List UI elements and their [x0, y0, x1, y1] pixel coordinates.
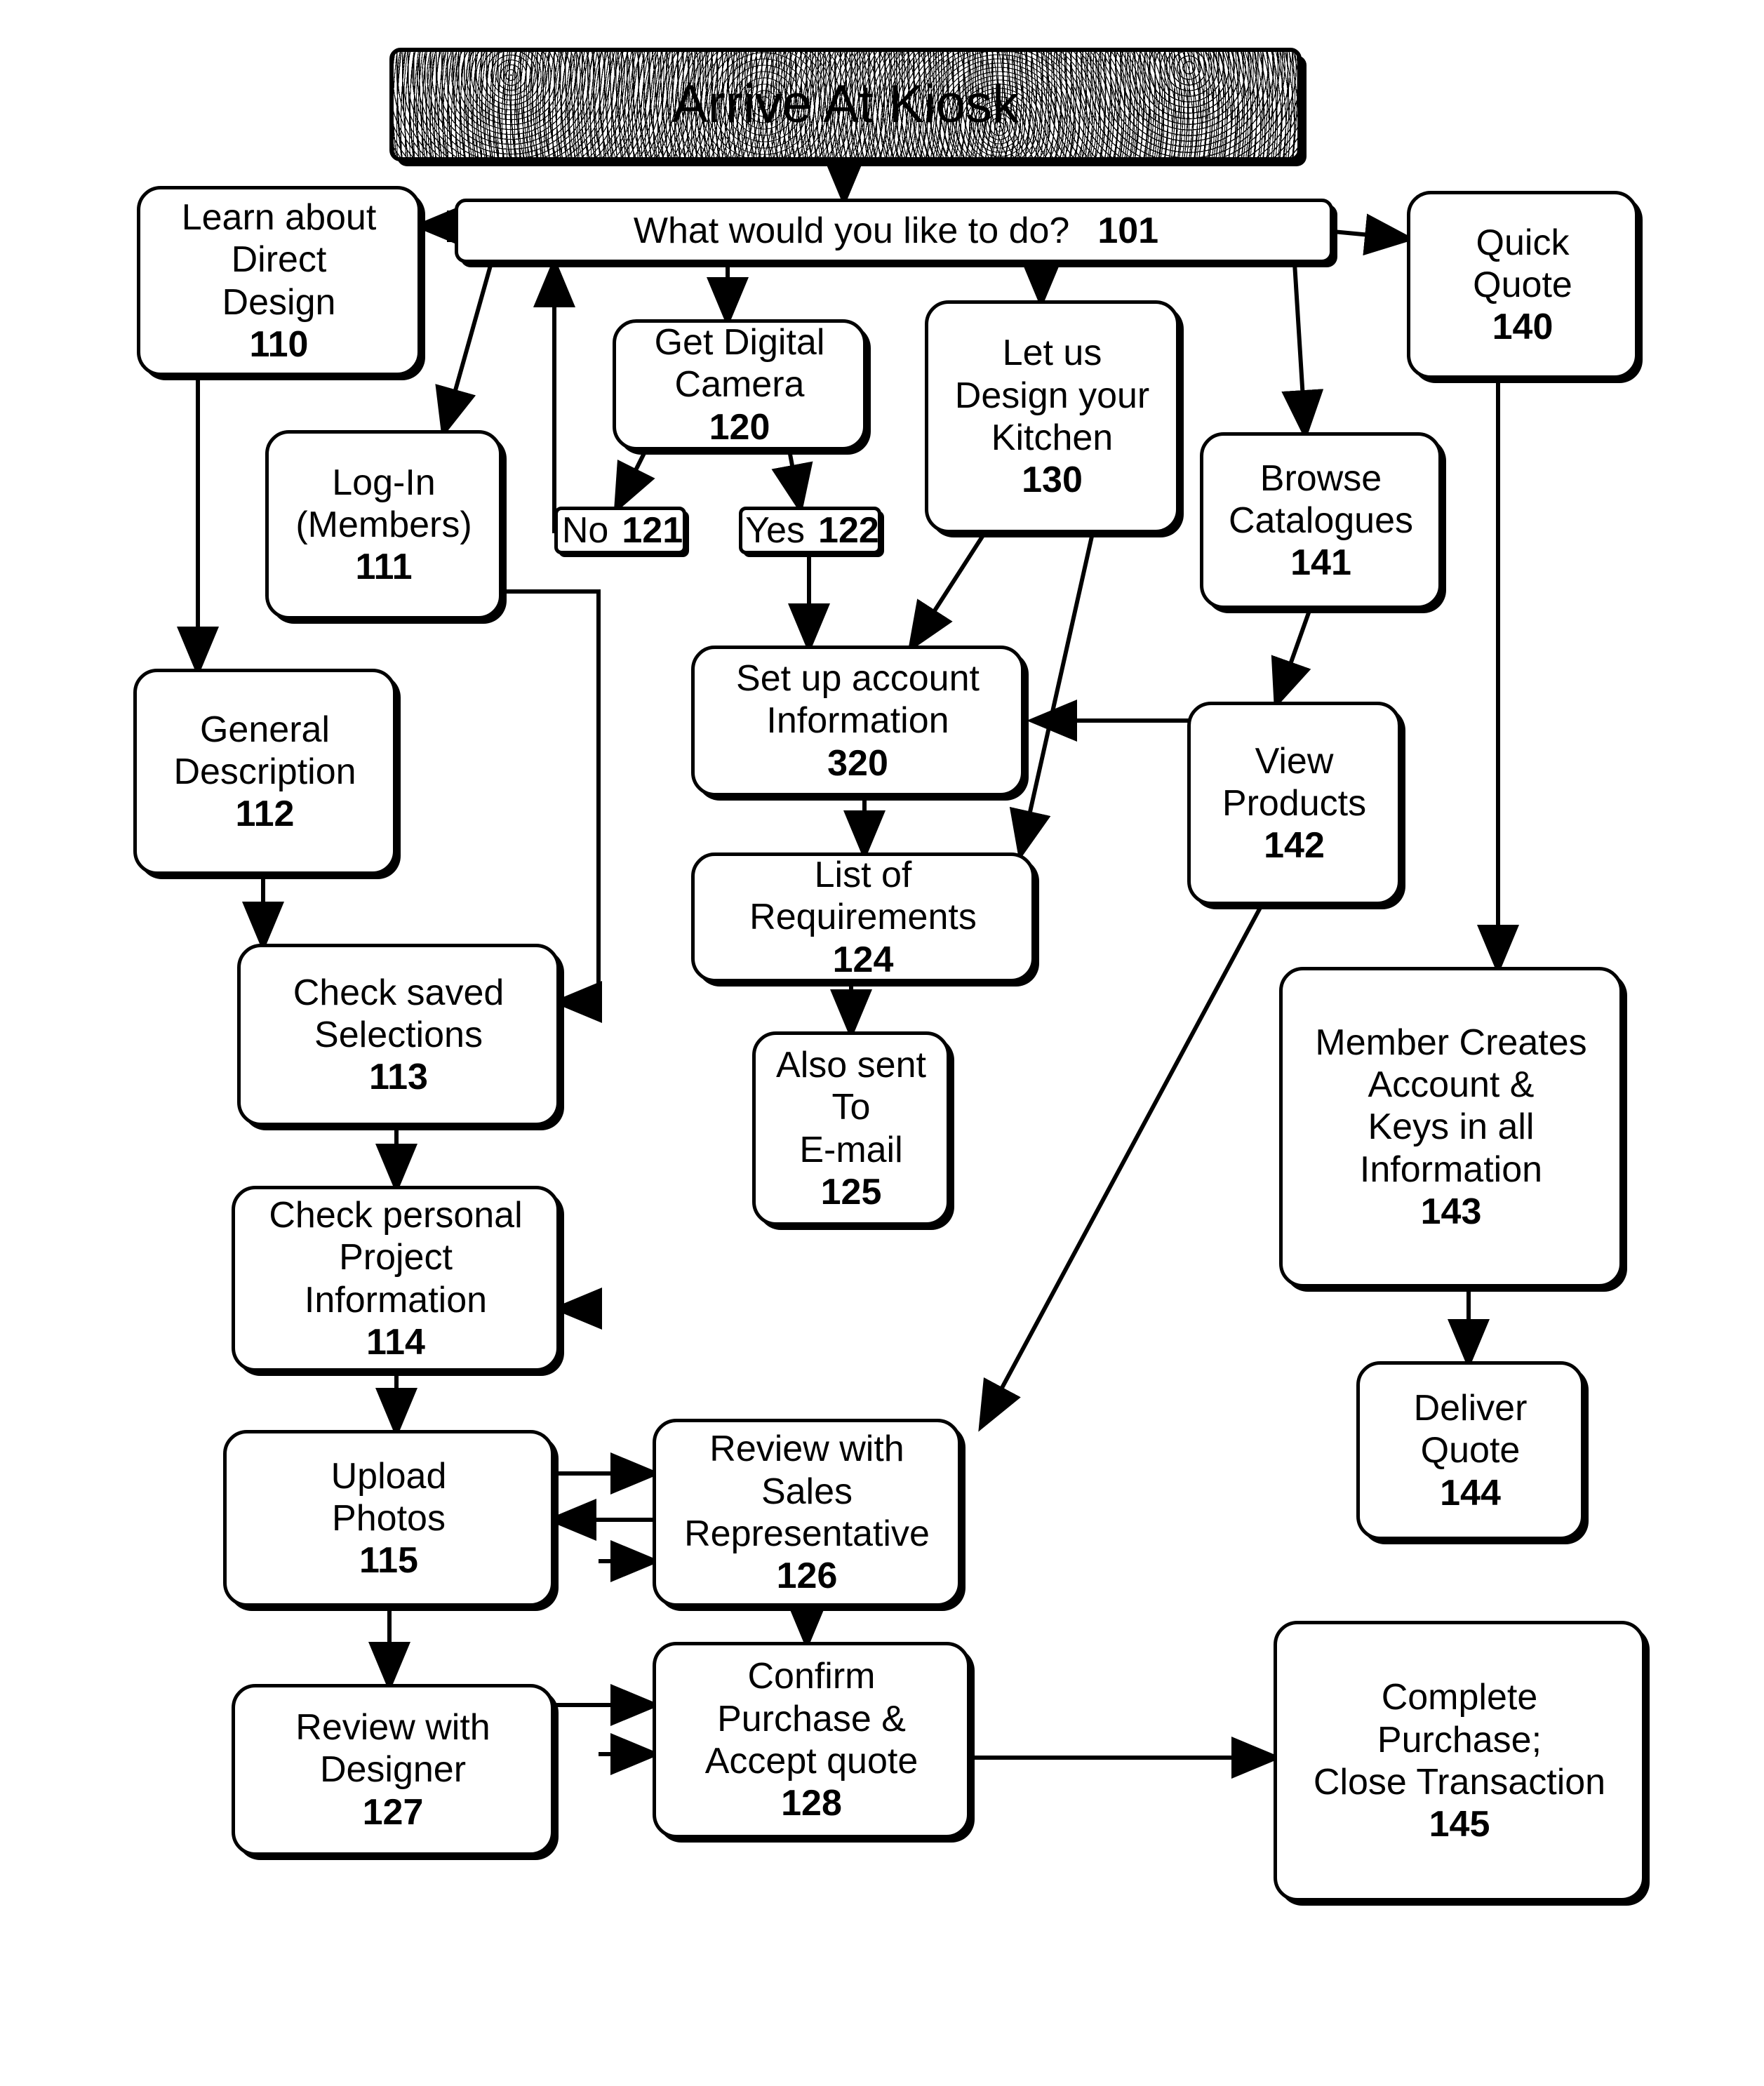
node-ref: 126 — [776, 1556, 838, 1597]
node-get-digital-camera[interactable]: Get Digital Camera 120 — [613, 319, 867, 450]
node-ref: 121 — [622, 509, 683, 551]
node-review-with-designer[interactable]: Review with Designer 127 — [232, 1684, 554, 1856]
node-label: Let us Design your Kitchen — [954, 333, 1150, 458]
node-review-with-sales-representative[interactable]: Review with Sales Representative 126 — [653, 1419, 961, 1607]
node-ref: 101 — [1097, 210, 1159, 251]
node-yes-122[interactable]: Yes 122 — [739, 507, 881, 554]
node-ref: 140 — [1492, 307, 1553, 348]
node-label: View Products — [1222, 740, 1367, 824]
node-ref: 110 — [249, 323, 309, 365]
node-ref: 127 — [362, 1791, 424, 1833]
node-label: What would you like to do? — [633, 210, 1070, 251]
node-log-in-members[interactable]: Log-In (Members) 111 — [265, 430, 502, 620]
node-quick-quote[interactable]: Quick Quote 140 — [1407, 191, 1638, 379]
node-label: Learn about Direct Design — [181, 196, 377, 323]
node-view-products[interactable]: View Products 142 — [1187, 702, 1401, 905]
node-label: Yes — [745, 509, 806, 551]
node-deliver-quote[interactable]: Deliver Quote 144 — [1356, 1361, 1584, 1540]
node-check-saved-selections[interactable]: Check saved Selections 113 — [237, 944, 560, 1126]
node-ref: 120 — [709, 406, 770, 448]
node-ref: 125 — [820, 1171, 882, 1212]
node-list-of-requirements[interactable]: List of Requirements 124 — [691, 853, 1035, 982]
node-label: Browse Catalogues — [1228, 457, 1414, 541]
node-label: Upload Photos — [330, 1455, 447, 1539]
node-label: No — [561, 509, 609, 551]
node-learn-about-direct-design[interactable]: Learn about Direct Design 110 — [137, 186, 421, 376]
node-ref: 112 — [235, 794, 295, 835]
node-general-description[interactable]: General Description 112 — [133, 669, 396, 875]
node-let-us-design-your-kitchen[interactable]: Let us Design your Kitchen 130 — [925, 300, 1180, 533]
node-ref: 111 — [355, 547, 413, 588]
node-check-personal-project-information[interactable]: Check personal Project Information 114 — [232, 1186, 560, 1372]
node-label: Complete Purchase; Close Transaction — [1313, 1677, 1606, 1803]
node-no-121[interactable]: No 121 — [554, 507, 686, 554]
node-label: Set up account Information — [736, 658, 980, 742]
node-what-would-you-like-to-do[interactable]: What would you like to do? 101 — [455, 199, 1333, 263]
node-label: Check saved Selections — [293, 972, 505, 1055]
node-label: General Description — [173, 709, 356, 792]
node-label: Quick Quote — [1473, 222, 1572, 305]
node-label: Member Creates Account & Keys in all Inf… — [1315, 1022, 1587, 1190]
node-ref: 141 — [1290, 542, 1351, 584]
node-also-sent-to-email[interactable]: Also sent To E-mail 125 — [752, 1031, 950, 1226]
flowchart-canvas: Arrive At Kiosk What would you like to d… — [0, 0, 1764, 2086]
node-label: Log-In (Members) — [295, 462, 472, 545]
node-ref: 128 — [781, 1783, 842, 1824]
node-browse-catalogues[interactable]: Browse Catalogues 141 — [1200, 432, 1442, 609]
node-ref: 114 — [366, 1321, 425, 1363]
node-label: List of Requirements — [749, 855, 977, 938]
node-ref: 122 — [818, 509, 879, 551]
node-ref: 143 — [1420, 1191, 1482, 1232]
node-ref: 115 — [359, 1540, 418, 1582]
node-label: Review with Designer — [295, 1707, 490, 1791]
node-label: Check personal Project Information — [269, 1194, 523, 1321]
node-ref: 145 — [1429, 1804, 1490, 1845]
node-ref: 142 — [1264, 825, 1325, 867]
node-arrive-at-kiosk[interactable]: Arrive At Kiosk — [389, 48, 1302, 161]
node-ref: 320 — [827, 742, 888, 784]
node-label: Also sent To E-mail — [776, 1044, 926, 1170]
node-upload-photos[interactable]: Upload Photos 115 — [223, 1430, 554, 1607]
node-ref: 124 — [832, 939, 894, 980]
node-complete-purchase-close-transaction[interactable]: Complete Purchase; Close Transaction 145 — [1274, 1621, 1645, 1901]
node-label: Arrive At Kiosk — [671, 74, 1020, 134]
node-label: Confirm Purchase & Accept quote — [704, 1656, 918, 1781]
node-label: Deliver Quote — [1413, 1388, 1528, 1471]
node-ref: 113 — [369, 1057, 428, 1098]
node-label: Review with Sales Representative — [684, 1429, 930, 1554]
node-set-up-account-information[interactable]: Set up account Information 320 — [691, 646, 1024, 796]
node-member-creates-account[interactable]: Member Creates Account & Keys in all Inf… — [1279, 967, 1623, 1288]
node-ref: 144 — [1440, 1472, 1501, 1513]
node-ref: 130 — [1022, 460, 1083, 501]
node-confirm-purchase-accept-quote[interactable]: Confirm Purchase & Accept quote 128 — [653, 1642, 970, 1838]
node-label: Get Digital Camera — [654, 322, 825, 406]
